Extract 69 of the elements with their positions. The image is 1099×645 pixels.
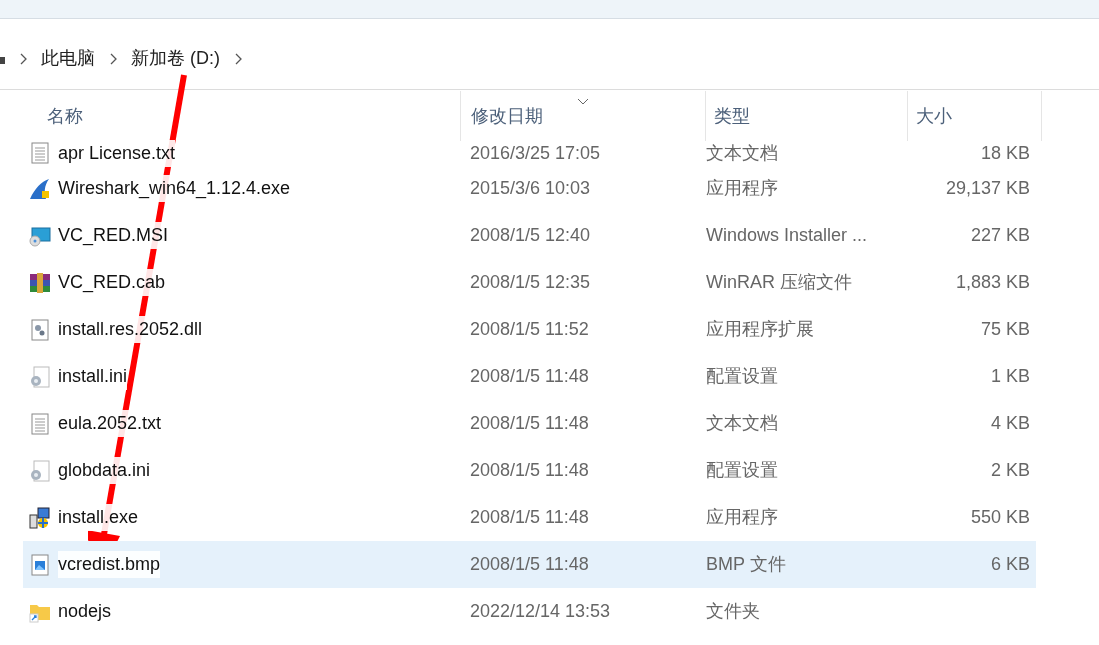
chevron-right-icon [19,52,27,65]
type-cell-text: 文件夹 [705,600,761,623]
date-cell-text: 2016/3/25 17:05 [469,141,602,165]
date-cell-text: 2008/1/5 11:48 [469,506,590,529]
image-document-icon [29,553,51,576]
type-cell-text: 文本文档 [705,141,779,165]
size-cell-text: 1 KB [989,365,1030,388]
file-row[interactable]: VC_RED.MSI 2008/1/5 12:40 Windows Installer ... 227 KB [23,212,1036,259]
document-icon [29,412,51,435]
size-cell-text: 29,137 KB [944,177,1030,200]
file-row[interactable]: install.res.2052.dll 2008/1/5 11:52 应用程序扩展 75 KB [23,306,1036,353]
sort-caret-icon [577,98,589,105]
date-cell-text: 2008/1/5 11:52 [469,318,590,341]
file-name: Wireshark_win64_1.12.4.exe [58,175,291,202]
type-cell-text: 文本文档 [705,412,779,435]
size-cell-text: 75 KB [979,318,1030,341]
date-cell-text: 2022/12/14 13:53 [469,600,612,623]
monitor-disc-icon [29,224,51,247]
file-name: globdata.ini [58,457,151,484]
column-header[interactable]: 修改日期 [460,91,705,141]
size-cell-text: 4 KB [989,412,1030,435]
size-cell-text: 6 KB [989,553,1030,576]
file-row[interactable]: globdata.ini 2008/1/5 11:48 配置设置 2 KB [23,447,1036,494]
file-row[interactable]: install.exe 2008/1/5 11:48 应用程序 550 KB [23,494,1036,541]
file-row[interactable]: apr License.txt 2016/3/25 17:05 文本文档 18 KB [23,141,1036,165]
date-cell-text: 2015/3/6 10:03 [469,177,592,200]
size-cell-text: 2 KB [989,459,1030,482]
date-cell-text: 2008/1/5 11:48 [469,553,590,576]
column-header[interactable]: 大小 [907,91,1042,141]
chevron-right-icon [109,52,117,65]
type-cell-text: 配置设置 [705,365,779,388]
file-name: install.res.2052.dll [58,316,203,343]
document-icon [29,142,51,164]
shark-fin-icon [29,177,51,200]
date-cell-text: 2008/1/5 12:35 [469,271,592,294]
file-name: vcredist.bmp [58,551,161,578]
type-cell-text: BMP 文件 [705,553,787,576]
file-row[interactable]: eula.2052.txt 2008/1/5 11:48 文本文档 4 KB [23,400,1036,447]
type-cell-text: Windows Installer ... [705,224,869,247]
file-name: eula.2052.txt [58,410,162,437]
type-cell-text: 应用程序 [705,506,779,529]
type-cell-text: WinRAR 压缩文件 [705,271,853,294]
file-row[interactable]: VC_RED.cab 2008/1/5 12:35 WinRAR 压缩文件 1,883 KB [23,259,1036,306]
size-cell-text: 1,883 KB [954,271,1030,294]
type-cell-text: 配置设置 [705,459,779,482]
size-cell-text: 18 KB [979,141,1030,165]
file-name: VC_RED.cab [58,269,166,296]
file-name: VC_RED.MSI [58,222,169,249]
column-header[interactable]: 类型 [705,91,907,141]
date-cell-text: 2008/1/5 11:48 [469,365,590,388]
file-row[interactable]: install.ini 2008/1/5 11:48 配置设置 1 KB [23,353,1036,400]
file-name: install.exe [58,504,139,531]
breadcrumb-item[interactable]: 新加卷 (D:) [131,45,220,72]
file-row[interactable]: nodejs 2022/12/14 13:53 文件夹 [23,588,1036,635]
date-cell-text: 2008/1/5 11:48 [469,459,590,482]
date-cell-text: 2008/1/5 11:48 [469,412,590,435]
column-header[interactable]: 名称 [0,91,460,141]
type-cell-text: 应用程序扩展 [705,318,815,341]
type-cell-text: 应用程序 [705,177,779,200]
breadcrumb-item[interactable]: 此电脑 [41,45,95,72]
file-name: apr License.txt [58,139,176,167]
setup-icon [29,506,51,529]
file-row[interactable]: vcredist.bmp 2008/1/5 11:48 BMP 文件 6 KB [23,541,1036,588]
file-row[interactable]: Wireshark_win64_1.12.4.exe 2015/3/6 10:03 应用程序 29,137 KB [23,165,1036,212]
size-cell-text: 227 KB [969,224,1030,247]
archive-icon [29,271,51,294]
chevron-right-icon [234,52,242,65]
date-cell-text: 2008/1/5 12:40 [469,224,592,247]
size-cell-text: 550 KB [969,506,1030,529]
